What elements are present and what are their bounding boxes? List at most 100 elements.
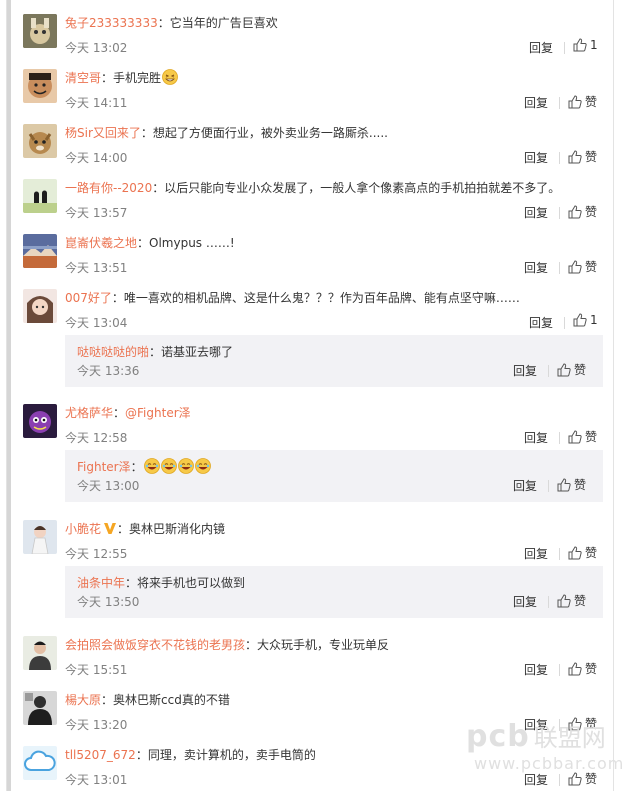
username[interactable]: 会拍照会做饭穿衣不花钱的老男孩 [65,638,245,652]
reply-button[interactable]: 回复 [524,546,548,562]
timestamp: 今天 13:02 [65,41,128,55]
comment-text: ：奥林巴斯ccd真的不错 [101,693,230,707]
avatar[interactable] [23,404,57,438]
reply-button[interactable]: 回复 [524,717,548,733]
divider [548,596,549,608]
like-button[interactable]: 赞 [568,660,597,677]
like-button[interactable]: 赞 [568,93,597,110]
like-button[interactable]: 赞 [557,361,586,378]
like-count: 1 [590,38,598,52]
like-button[interactable]: 赞 [557,592,586,609]
divider [559,664,560,676]
reply-button[interactable]: 回复 [524,772,548,788]
like-button[interactable]: 赞 [568,770,597,787]
reply-button[interactable]: 回复 [524,95,548,111]
comment-item: 楊大原：奥林巴斯ccd真的不错 今天 13:20 回复 赞 [17,683,611,733]
username[interactable]: tll5207_672 [65,748,136,762]
divider [564,42,565,54]
timestamp: 今天 13:01 [65,773,128,787]
avatar[interactable] [23,691,57,725]
comment-item: 尤格萨华：@Fighter泽 今天 12:58 回复 赞 [17,396,611,446]
like-label: 赞 [585,205,598,219]
timestamp: 今天 14:00 [65,151,128,165]
avatar[interactable] [23,289,57,323]
comment-text: ：以后只能向专业小众发展了，一般人拿个像素高点的手机拍拍就差不多了。 [152,181,561,195]
avatar[interactable] [23,746,57,780]
like-button[interactable]: 赞 [568,203,597,220]
like-button[interactable]: 赞 [568,148,597,165]
username[interactable]: 尤格萨华 [65,406,113,420]
thumbs-up-icon [568,716,582,730]
timestamp: 今天 13:50 [77,595,140,609]
username[interactable]: 杨Sir又回来了 [65,126,141,140]
like-button[interactable]: 1 [573,313,598,327]
like-button[interactable]: 赞 [568,428,597,445]
username[interactable]: 崑崙伏羲之地 [65,236,137,250]
like-button[interactable]: 赞 [568,715,597,732]
timestamp: 今天 13:57 [65,206,128,220]
username[interactable]: 哒哒哒哒的啪 [77,345,149,359]
reply-button[interactable]: 回复 [513,594,537,610]
divider [559,719,560,731]
thumbs-up-icon [568,771,582,785]
username[interactable]: 兔子233333333 [65,16,158,30]
reply-button[interactable]: 回复 [524,205,548,221]
like-button[interactable]: 赞 [568,258,597,275]
username[interactable]: 007好了 [65,291,112,305]
avatar[interactable] [23,520,57,554]
like-label: 赞 [585,772,598,786]
reply-item: Fighter泽： 今天 13:00 回复 赞 [65,450,603,502]
like-button[interactable]: 赞 [568,544,597,561]
like-label: 赞 [585,260,598,274]
comment-feed: 兔子233333333：它当年的广告巨喜欢 今天 13:02 回复 1 清空哥：… [6,0,614,791]
divider [559,97,560,109]
like-label: 赞 [585,546,598,560]
reply-text: ： [130,460,143,474]
like-button[interactable]: 1 [573,38,598,52]
like-label: 赞 [574,478,587,492]
thumbs-up-icon [568,429,582,443]
reply-button[interactable]: 回复 [524,430,548,446]
thumbs-up-icon [573,313,587,327]
divider [559,207,560,219]
like-button[interactable]: 赞 [557,476,586,493]
divider [559,432,560,444]
reply-button[interactable]: 回复 [529,40,553,56]
reply-button[interactable]: 回复 [524,260,548,276]
reply-text: ：将来手机也可以做到 [125,576,246,590]
reply-button[interactable]: 回复 [524,662,548,678]
timestamp: 今天 15:51 [65,663,128,677]
divider [559,262,560,274]
reply-button[interactable]: 回复 [513,363,537,379]
comment-text: ：唯一喜欢的相机品牌、这是什么鬼？？？作为百年品牌、能有点坚守嘛…… [111,291,520,305]
vip-badge-icon [103,521,117,540]
avatar[interactable] [23,124,57,158]
avatar[interactable] [23,14,57,48]
thumbs-up-icon [573,38,587,52]
divider [548,480,549,492]
thumbs-up-icon [568,204,582,218]
timestamp: 今天 13:36 [77,364,140,378]
username[interactable]: 一路有你--2020 [65,181,152,195]
timestamp: 今天 12:58 [65,431,128,445]
timestamp: 今天 13:20 [65,718,128,732]
mention-link[interactable]: @Fighter泽 [125,406,191,420]
scrollbar[interactable] [7,0,11,791]
avatar[interactable] [23,69,57,103]
reply-item: 油条中年：将来手机也可以做到 今天 13:50 回复 赞 [65,566,603,618]
like-label: 赞 [585,95,598,109]
username[interactable]: 清空哥 [65,71,101,85]
avatar[interactable] [23,179,57,213]
avatar[interactable] [23,636,57,670]
divider [548,365,549,377]
reply-button[interactable]: 回复 [524,150,548,166]
username[interactable]: 油条中年 [77,576,125,590]
reply-button[interactable]: 回复 [513,478,537,494]
comment-text: ：想起了方便面行业，被外卖业务一路厮杀..... [140,126,388,140]
username[interactable]: 小脆花 [65,522,101,536]
comment-item: 一路有你--2020：以后只能向专业小众发展了，一般人拿个像素高点的手机拍拍就差… [17,171,611,221]
reply-button[interactable]: 回复 [529,315,553,331]
username[interactable]: 楊大原 [65,693,101,707]
username[interactable]: Fighter泽 [77,460,131,474]
avatar[interactable] [23,234,57,268]
